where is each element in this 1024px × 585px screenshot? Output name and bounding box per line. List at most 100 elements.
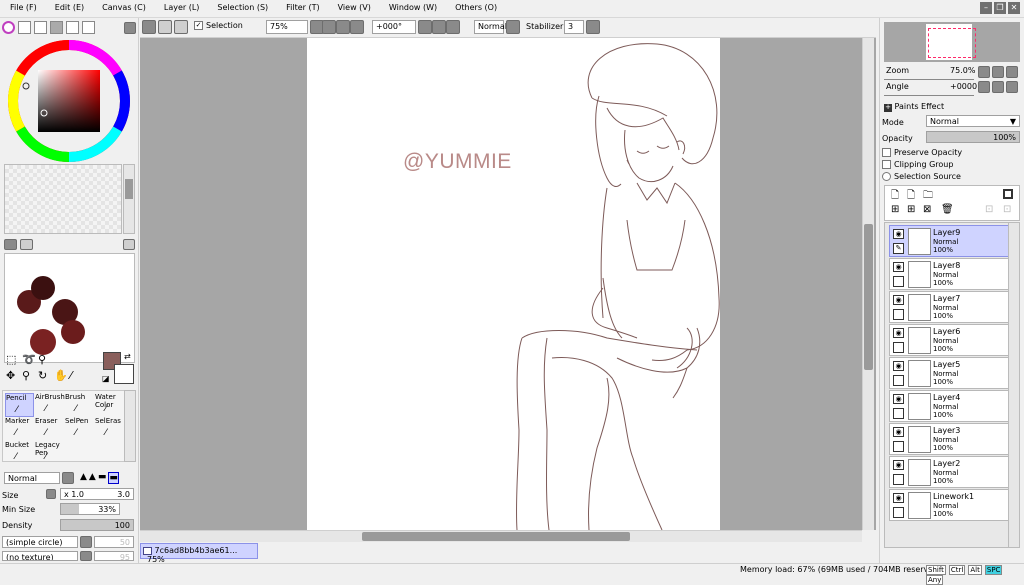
rotate-left-icon[interactable] [418, 20, 432, 34]
paints-effect-header[interactable]: + Paints Effect [884, 102, 944, 112]
visibility-eye-icon[interactable]: ◉ [893, 460, 904, 470]
clipping-group-checkbox[interactable] [882, 160, 891, 169]
rotate-tool-icon[interactable]: ↻ [38, 369, 47, 382]
swatch-grid[interactable] [4, 164, 122, 234]
tool-seleras[interactable]: SelEras ⁄ [95, 417, 124, 441]
brush-mode-field[interactable]: Normal [4, 472, 60, 484]
brush-edge-2-icon[interactable]: ▲ [89, 472, 96, 484]
layer-lock-icon[interactable] [893, 276, 904, 287]
layer-list-scrollbar[interactable] [1008, 222, 1020, 548]
brush-texture-field[interactable]: (no texture) [2, 551, 78, 561]
layer-item[interactable]: ◉ Layer2 Normal 100% [889, 456, 1013, 488]
visibility-eye-icon[interactable]: ◉ [893, 229, 904, 239]
tool-water-color[interactable]: Water Color ⁄ [95, 393, 124, 417]
flip-icon[interactable] [506, 20, 520, 34]
deselect-icon[interactable] [142, 20, 156, 34]
color-wheel-tab-icon[interactable] [2, 21, 15, 34]
color-swatch-tab-icon[interactable] [50, 21, 63, 34]
visibility-eye-icon[interactable]: ◉ [893, 328, 904, 338]
preserve-opacity-checkbox[interactable] [882, 148, 891, 157]
zoom-out-icon[interactable] [322, 20, 336, 34]
magic-wand-icon[interactable]: ⚲ [38, 353, 46, 366]
visibility-eye-icon[interactable]: ◉ [893, 361, 904, 371]
size-field[interactable]: x 1.0 3.0 [60, 488, 134, 500]
tool-bucket[interactable]: Bucket ⁄ [5, 441, 34, 465]
canvas-horizontal-scrollbar[interactable] [140, 530, 862, 542]
tool-marker[interactable]: Marker ⁄ [5, 417, 34, 441]
brush-edge-1-icon[interactable]: ▲ [80, 472, 87, 484]
layer-lock-icon[interactable] [893, 309, 904, 320]
layer-mode-field[interactable]: Normal ▼ [926, 115, 1020, 127]
visibility-eye-icon[interactable]: ◉ [893, 427, 904, 437]
tool-grid-scrollbar[interactable] [124, 390, 136, 462]
layer-lock-icon[interactable] [893, 342, 904, 353]
hsv-slider-tab-icon[interactable] [34, 21, 47, 34]
restore-icon[interactable]: ❐ [994, 2, 1006, 14]
menu-others[interactable]: Others (O) [445, 0, 505, 12]
zoom-field[interactable]: 75% [266, 20, 308, 34]
menu-file[interactable]: File (F) [0, 0, 45, 12]
navigator-angle-slider[interactable] [884, 90, 974, 96]
canvas-vertical-scroll-thumb[interactable] [864, 224, 873, 370]
layer-opacity-slider[interactable]: 100% [926, 131, 1020, 143]
tool-selpen[interactable]: SelPen ⁄ [65, 417, 94, 441]
user-swatch-tab-icon[interactable] [66, 21, 79, 34]
new-layer-folder-icon[interactable]: 🗀 [923, 188, 933, 205]
layer-lock-icon[interactable] [893, 507, 904, 518]
selection-source-option[interactable]: Selection Source [882, 172, 961, 181]
edit-pencil-icon[interactable]: ✎ [893, 243, 904, 254]
scratchpad-tab-icon[interactable] [82, 21, 95, 34]
preserve-opacity-option[interactable]: Preserve Opacity [882, 148, 962, 157]
rotate-right-icon[interactable] [432, 20, 446, 34]
rect-select-icon[interactable]: ⬚ [6, 353, 16, 366]
navigator-zoom-slider[interactable] [884, 74, 974, 80]
navigator-view-rect[interactable] [928, 28, 976, 58]
layer-item[interactable]: ◉ Layer3 Normal 100% [889, 423, 1013, 455]
nav-zoom-in-icon[interactable] [992, 66, 1004, 78]
layer-item[interactable]: ◉ Layer4 Normal 100% [889, 390, 1013, 422]
layer-panel-menu-icon[interactable] [1003, 189, 1013, 199]
layer-lock-icon[interactable] [893, 441, 904, 452]
min-size-slider[interactable]: 33% [60, 503, 120, 515]
merge-down-icon[interactable]: ⊞ [907, 204, 915, 215]
tool-eraser[interactable]: Eraser ⁄ [35, 417, 64, 441]
selection-toggle[interactable]: ✓ Selection [194, 21, 243, 35]
canvas-horizontal-scroll-thumb[interactable] [362, 532, 630, 541]
layer-lock-icon[interactable] [893, 408, 904, 419]
layer-lock-icon[interactable] [893, 474, 904, 485]
blend-mode-field[interactable]: Normal [474, 20, 507, 34]
clipping-group-option[interactable]: Clipping Group [882, 160, 953, 169]
rotate-reset-icon[interactable] [446, 20, 460, 34]
layer-item[interactable]: ◉ Layer6 Normal 100% [889, 324, 1013, 356]
navigator-preview[interactable] [884, 22, 1020, 62]
swatch-scroll-thumb[interactable] [125, 179, 133, 199]
brush-shape-field[interactable]: (simple circle) [2, 536, 78, 548]
brush-edge-4-icon[interactable]: ▬ [108, 472, 119, 484]
redo-swatch-icon[interactable] [20, 239, 33, 250]
minimize-icon[interactable]: – [980, 2, 992, 14]
clear-layer-icon[interactable]: ⊠ [923, 204, 931, 215]
size-dropdown-icon[interactable] [46, 489, 56, 499]
eyedropper-icon[interactable]: ⁄ [70, 369, 72, 382]
density-slider[interactable]: 100 [60, 519, 134, 531]
layer-item[interactable]: ◉ ✎ Layer9 Normal 100% [889, 225, 1013, 257]
canvas-paper[interactable]: @YUMMIE [307, 38, 720, 530]
nav-rotate-right-icon[interactable] [992, 81, 1004, 93]
menu-view[interactable]: View (V) [328, 0, 379, 12]
scratch-pad[interactable] [4, 253, 135, 363]
hand-tool-icon[interactable]: ✋ [54, 369, 68, 382]
move-icon[interactable]: ✥ [6, 369, 15, 382]
nav-rotate-reset-icon[interactable] [1006, 81, 1018, 93]
close-icon[interactable]: ✕ [1008, 2, 1020, 14]
visibility-eye-icon[interactable]: ◉ [893, 262, 904, 272]
brush-shape-strength[interactable]: 50 [94, 536, 134, 548]
layer-item[interactable]: ◉ Layer7 Normal 100% [889, 291, 1013, 323]
transfer-selection-icon[interactable]: ⊡ [1003, 204, 1011, 215]
invert-selection-icon[interactable] [158, 20, 172, 34]
menu-layer[interactable]: Layer (L) [154, 0, 208, 12]
zoom-tool-icon[interactable]: ⚲ [22, 369, 30, 382]
zoom-reset-icon[interactable] [350, 20, 364, 34]
angle-field[interactable]: +000° [372, 20, 416, 34]
nav-zoom-reset-icon[interactable] [1006, 66, 1018, 78]
swatch-scrollbar[interactable] [123, 164, 135, 234]
